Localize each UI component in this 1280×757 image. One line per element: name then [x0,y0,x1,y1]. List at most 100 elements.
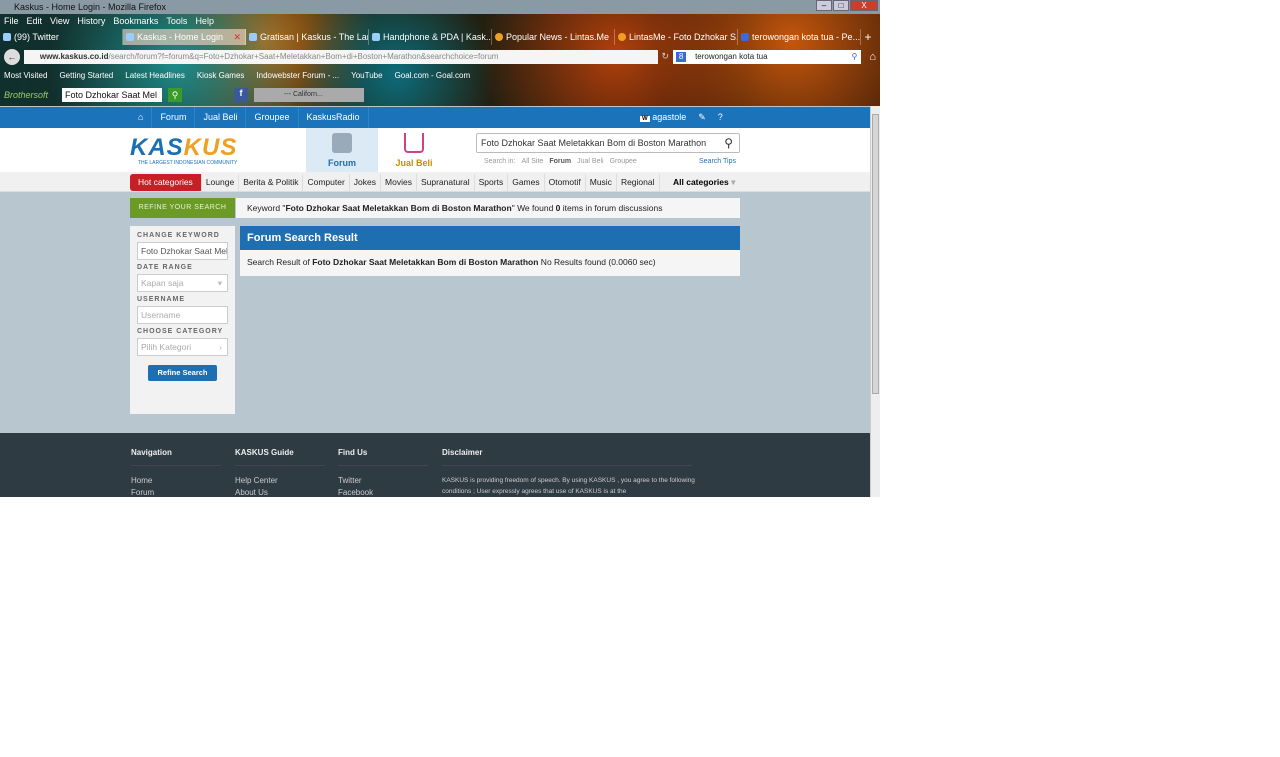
nav-forum[interactable]: Forum [152,107,196,128]
home-icon[interactable]: ⌂ [130,107,153,128]
kaskus-page: ⌂ Forum Jual Beli Groupee KaskusRadio W agas… [0,106,870,497]
keyword: Foto Dzhokar Saat Meletakkan Bom di Bost… [285,203,512,213]
forum-tab[interactable]: Forum [306,128,378,172]
all-categories-label: All categories [673,177,729,187]
tab-kaskus-home[interactable]: Kaskus - Home Login ✕ [123,29,246,45]
footer-link-forum[interactable]: Forum [131,487,221,497]
menu-tools[interactable]: Tools [166,14,187,28]
bookmarks-bar: Most Visited Getting Started Latest Head… [4,70,470,82]
bookmark-most-visited[interactable]: Most Visited [4,70,47,82]
menu-file[interactable]: File [4,14,19,28]
tab-twitter[interactable]: (99) Twitter [0,29,123,45]
search-in-groupee[interactable]: Groupee [610,158,637,165]
category-supranatural[interactable]: Supranatural [417,174,475,191]
category-computer[interactable]: Computer [303,174,350,191]
search-icon[interactable]: ⚲ [724,134,733,152]
category-select[interactable]: Pilih Kategori › [137,338,228,356]
refine-panel: CHANGE KEYWORD Foto Dzhokar Saat Meletak… [130,226,235,414]
hot-categories[interactable]: Hot categories [130,174,202,191]
disclaimer-text: KASKUS is providing freedom of speech. B… [442,477,695,495]
reload-icon[interactable]: ↻ [662,51,670,62]
jual-beli-tab[interactable]: Jual Beli [378,128,450,172]
help-icon[interactable]: ? [718,107,723,128]
close-button[interactable]: X [850,0,878,11]
maximize-button[interactable]: □ [833,0,849,11]
search-tips-link[interactable]: Search Tips [699,158,736,165]
address-bar[interactable]: www.kaskus.co.id/search/forum?f=forum&q=… [23,49,658,64]
tab-popular-news[interactable]: Popular News - Lintas.Me [492,29,615,45]
tab-lintasme[interactable]: LintasMe - Foto Dzhokar S... [615,29,738,45]
nav-kaskusradio[interactable]: KaskusRadio [299,107,369,128]
tab-handphone[interactable]: Handphone & PDA | Kask... [369,29,492,45]
footer-link-home[interactable]: Home [131,475,221,487]
refine-header: REFINE YOUR SEARCH [130,198,235,218]
category-games[interactable]: Games [508,174,545,191]
radio-player[interactable]: --- Californ... [254,88,364,102]
keyword-input[interactable]: Foto Dzhokar Saat Meletakkan [137,242,228,260]
search-in-jual-beli[interactable]: Jual Beli [577,158,603,165]
tab-strip: (99) Twitter Kaskus - Home Login ✕ Gratis… [0,29,880,45]
footer-link-about-us[interactable]: About Us [235,487,325,497]
result-title: Forum Search Result [240,226,740,250]
bookmark-getting-started[interactable]: Getting Started [59,70,113,82]
menu-view[interactable]: View [50,14,69,28]
search-icon[interactable]: ⚲ [168,88,182,102]
footer-link-help-center[interactable]: Help Center [235,475,325,487]
search-in-forum[interactable]: Forum [549,158,571,165]
scrollbar-thumb[interactable] [872,114,879,394]
date-range-select[interactable]: Kapan saja ▾ [137,274,228,292]
category-movies[interactable]: Movies [381,174,417,191]
close-tab-icon[interactable]: ✕ [233,29,241,45]
search-in-all-site[interactable]: All Site [522,158,544,165]
bookmark-goal[interactable]: Goal.com - Goal.com [395,70,471,82]
menu-help[interactable]: Help [195,14,214,28]
nav-groupee[interactable]: Groupee [246,107,299,128]
menu-history[interactable]: History [77,14,105,28]
user-menu[interactable]: W agastole [640,107,686,128]
facebook-icon[interactable]: f [234,88,248,102]
category-jokes[interactable]: Jokes [350,174,382,191]
kaskus-logo[interactable]: KASKUS THE LARGEST INDONESIAN COMMUNITY [130,136,238,167]
tab-label: terowongan kota tua - Pe... [752,32,861,42]
nav-jual-beli[interactable]: Jual Beli [195,107,247,128]
bookmark-latest-headlines[interactable]: Latest Headlines [125,70,185,82]
browser-search-input[interactable]: 8 terowongan kota tua ⚲ [673,49,862,64]
username: agastole [652,112,687,122]
username-input[interactable]: Username [137,306,228,324]
tab-google[interactable]: terowongan kota tua - Pe... [738,29,861,45]
tab-label: Gratisan | Kaskus - The Lar... [260,32,369,42]
footer-link-facebook[interactable]: Facebook [338,487,428,497]
category-berita-politik[interactable]: Berita & Politik [239,174,304,191]
search-icon[interactable]: ⚲ [852,50,858,64]
menu-edit[interactable]: Edit [27,14,43,28]
category-sports[interactable]: Sports [475,174,509,191]
category-lounge[interactable]: Lounge [202,174,240,191]
category-regional[interactable]: Regional [617,174,660,191]
page-icon [249,33,257,41]
minimize-button[interactable]: – [816,0,832,11]
chevron-icon: › [219,342,222,352]
bookmark-youtube[interactable]: YouTube [351,70,382,82]
footer-link-twitter[interactable]: Twitter [338,475,428,487]
menu-bookmarks[interactable]: Bookmarks [113,14,158,28]
google-icon: 8 [676,51,687,62]
keyword: Foto Dzhokar Saat Meletakkan Bom di Bost… [312,257,539,267]
tab-gratisan[interactable]: Gratisan | Kaskus - The Lar... [246,29,369,45]
refine-search-button[interactable]: Refine Search [148,365,217,381]
back-button[interactable]: ← [4,48,20,65]
home-icon[interactable]: ⌂ [869,51,876,63]
new-tab-button[interactable]: + [861,29,875,45]
site-search-input[interactable]: Foto Dzhokar Saat Meletakkan Bom di Bost… [476,133,740,153]
vertical-scrollbar[interactable] [870,106,880,497]
category-otomotif[interactable]: Otomotif [545,174,586,191]
bookmark-indowebster[interactable]: Indowebster Forum - ... [256,70,339,82]
pencil-icon[interactable]: ✎ [698,107,706,128]
footer-heading: Disclaimer [442,448,692,466]
cart-icon [404,133,424,153]
all-categories-dropdown[interactable]: All categories ▾ [673,174,735,191]
toolbar-search-input[interactable]: Foto Dzhokar Saat Mel [62,88,162,102]
category-music[interactable]: Music [586,174,617,191]
bookmark-kiosk-games[interactable]: Kiosk Games [197,70,245,82]
chevron-down-icon: ▾ [217,278,222,288]
logo-tagline: THE LARGEST INDONESIAN COMMUNITY [138,160,238,166]
